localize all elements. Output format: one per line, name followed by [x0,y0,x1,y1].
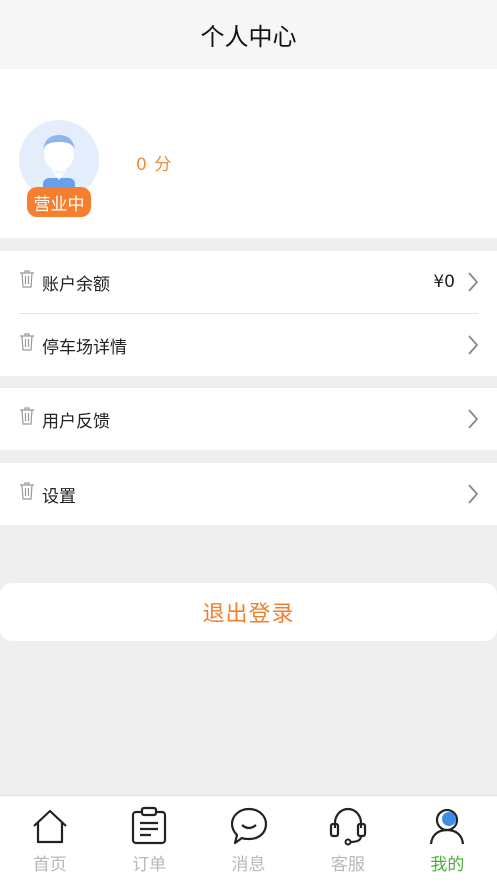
points-value: 0 分 [136,155,173,175]
account-balance-label: 账户余额 [42,274,110,295]
trash-icon [20,333,34,351]
status-badge: 营业中 [27,187,91,217]
user-icon [430,808,465,845]
tab-messages[interactable]: 消息 [199,796,298,883]
tab-label: 首页 [32,855,67,875]
home-icon [32,809,67,844]
settings-row[interactable]: 设置 [0,463,497,525]
profile-card: 营业中 0 分 [0,69,497,238]
trash-icon [20,482,34,500]
account-card: 账户余额 ¥0 停车场详情 [0,251,497,376]
feedback-label: 用户反馈 [42,411,110,432]
account-balance-value: ¥0 [433,272,455,292]
chevron-right-icon [468,335,479,355]
feedback-row[interactable]: 用户反馈 [0,388,497,450]
parking-details-row[interactable]: 停车场详情 [0,314,497,376]
tab-mine[interactable]: 我的 [398,796,497,883]
parking-details-label: 停车场详情 [42,337,127,358]
feedback-card: 用户反馈 [0,388,497,450]
settings-card: 设置 [0,463,497,525]
headset-icon [329,807,367,846]
account-balance-row[interactable]: 账户余额 ¥0 [0,251,497,313]
tab-bar: 首页 订单 消息 客服 我的 [0,795,497,883]
tab-label: 消息 [231,855,266,875]
tab-label: 订单 [132,855,167,875]
tab-label: 客服 [330,855,365,875]
header: 个人中心 [0,0,497,69]
trash-icon [20,270,34,288]
tab-orders[interactable]: 订单 [99,796,198,883]
chevron-right-icon [468,272,479,292]
trash-icon [20,407,34,425]
chat-bubble-icon [230,807,267,845]
tab-label: 我的 [430,855,465,875]
tab-home[interactable]: 首页 [0,796,99,883]
chevron-right-icon [468,484,479,504]
clipboard-icon [132,806,167,845]
page-title: 个人中心 [200,23,297,51]
tab-customer-service[interactable]: 客服 [298,796,397,883]
chevron-right-icon [468,409,479,429]
settings-label: 设置 [42,486,76,507]
logout-button[interactable]: 退出登录 [0,583,497,641]
